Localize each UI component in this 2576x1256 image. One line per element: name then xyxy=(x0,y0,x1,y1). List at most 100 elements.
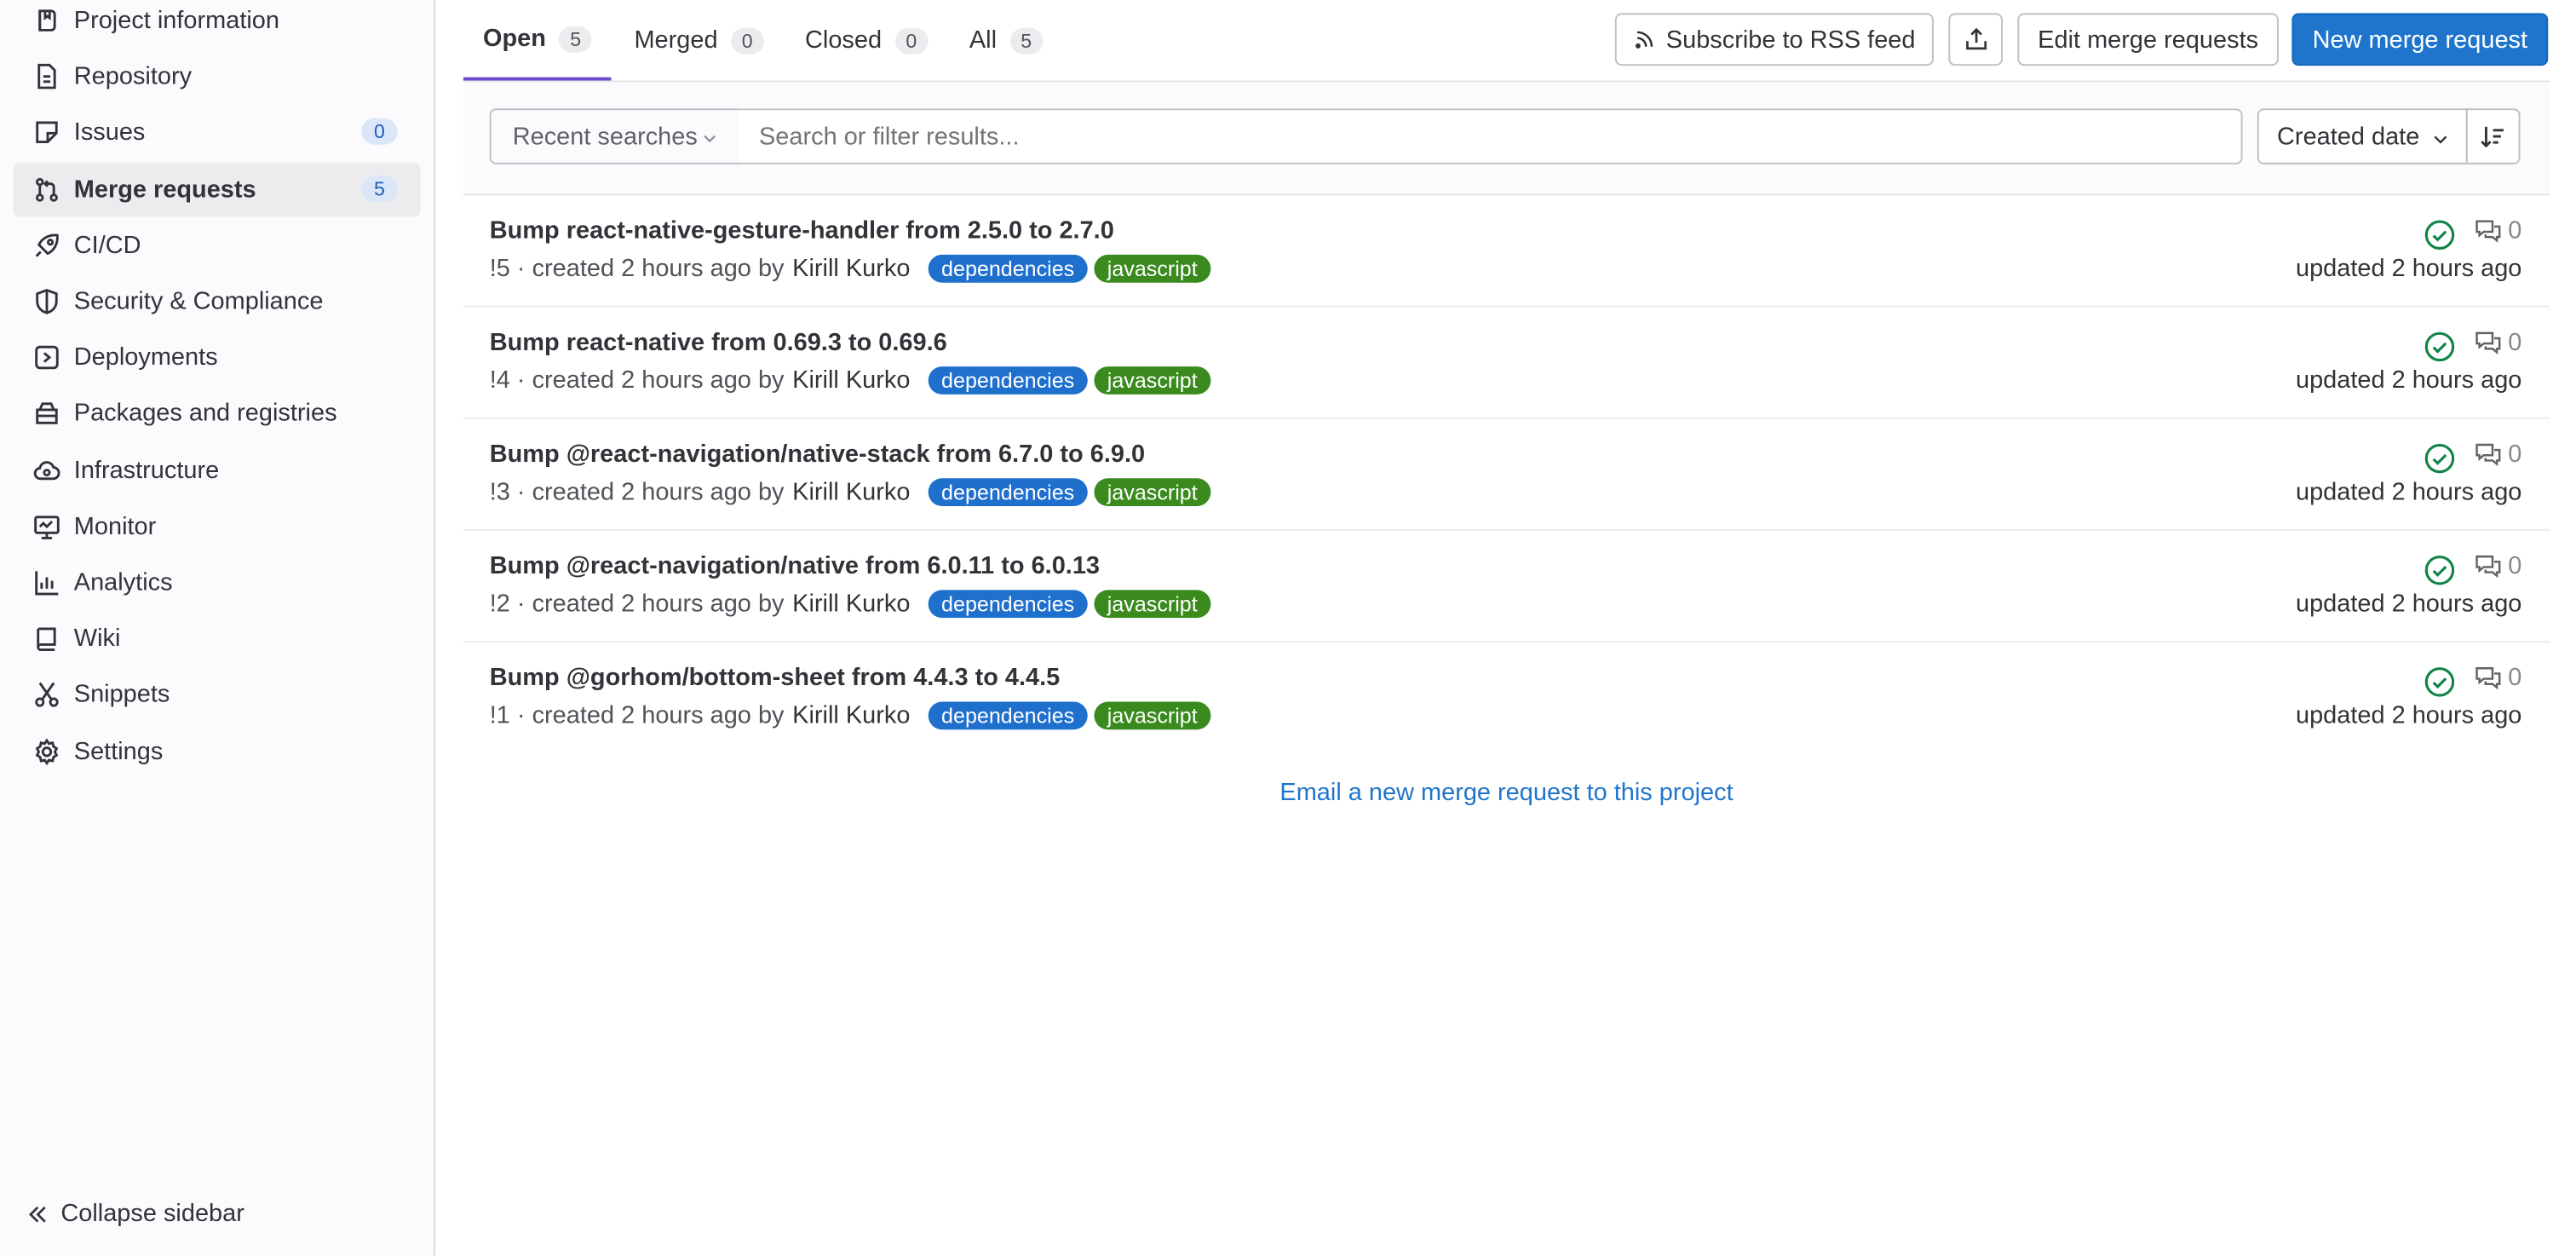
label-dependencies[interactable]: dependencies xyxy=(928,590,1088,619)
subscribe-rss-button[interactable]: Subscribe to RSS feed xyxy=(1614,13,1934,66)
sidebar-item-label: CI/CD xyxy=(73,231,141,260)
sidebar-item-ci-cd[interactable]: CI/CD xyxy=(13,219,420,274)
sidebar-item-repository[interactable]: Repository xyxy=(13,49,420,104)
merge-request-ref: !1 xyxy=(489,701,510,730)
comments-count[interactable]: 0 xyxy=(2474,441,2521,469)
merge-request-title-link[interactable]: Bump @gorhom/bottom-sheet from 4.4.3 to … xyxy=(490,664,1061,692)
merge-request-item: Bump react-native from 0.69.3 to 0.69.6 … xyxy=(463,308,2550,419)
label-dependencies[interactable]: dependencies xyxy=(928,478,1088,507)
label-dependencies[interactable]: dependencies xyxy=(928,254,1088,283)
issues-count-badge: 0 xyxy=(361,118,398,145)
sidebar-item-label: Analytics xyxy=(73,568,173,597)
chevron-down-icon xyxy=(704,135,716,143)
updated-time: updated 2 hours ago xyxy=(2295,590,2522,619)
sidebar-item-analytics[interactable]: Analytics xyxy=(13,556,420,610)
tab-open[interactable]: Open 5 xyxy=(463,0,612,81)
author-link[interactable]: Kirill Kurko xyxy=(792,366,910,395)
author-link[interactable]: Kirill Kurko xyxy=(792,702,910,730)
tab-closed[interactable]: Closed 0 xyxy=(805,0,929,81)
comments-count-value: 0 xyxy=(2508,328,2522,357)
comments-count[interactable]: 0 xyxy=(2474,328,2522,357)
label-javascript[interactable]: javascript xyxy=(1094,701,1211,730)
merge-request-status: 0 updated 2 hours ago xyxy=(2194,441,2521,520)
comments-count[interactable]: 0 xyxy=(2474,664,2521,692)
merge-request-status: 0 updated 2 hours ago xyxy=(2194,552,2522,631)
new-merge-request-button[interactable]: New merge request xyxy=(2291,13,2549,66)
collapse-sidebar-label: Collapse sidebar xyxy=(60,1199,244,1228)
merge-request-created: · created 2 hours ago by xyxy=(516,478,785,507)
comments-icon xyxy=(2475,555,2500,579)
deployments-icon xyxy=(33,343,61,372)
email-new-merge-request-link[interactable]: Email a new merge request to this projec… xyxy=(463,779,2550,807)
comments-count[interactable]: 0 xyxy=(2474,217,2521,245)
tab-label: Merged xyxy=(634,26,718,55)
merge-request-ref: !3 xyxy=(489,478,510,507)
updated-time: updated 2 hours ago xyxy=(2295,254,2522,283)
label-javascript[interactable]: javascript xyxy=(1094,590,1211,619)
sidebar-item-label: Snippets xyxy=(73,680,170,709)
sidebar-item-deployments[interactable]: Deployments xyxy=(13,331,420,385)
monitor-icon xyxy=(33,513,61,541)
tab-count-badge: 0 xyxy=(894,26,929,54)
tab-all[interactable]: All 5 xyxy=(969,0,1044,81)
issues-icon xyxy=(33,118,61,147)
sidebar-item-snippets[interactable]: Snippets xyxy=(13,667,420,722)
tab-label: Closed xyxy=(805,26,883,55)
sidebar-item-monitor[interactable]: Monitor xyxy=(13,499,420,554)
merge-request-title-link[interactable]: Bump react-native-gesture-handler from 2… xyxy=(490,217,1114,245)
sidebar-item-label: Issues xyxy=(73,118,146,147)
sidebar-item-merge-requests[interactable]: Merge requests 5 xyxy=(13,162,421,217)
label-dependencies[interactable]: dependencies xyxy=(928,701,1088,730)
merge-request-ref: !5 xyxy=(489,254,510,283)
pipeline-passed-icon[interactable] xyxy=(2424,442,2457,475)
sidebar-item-settings[interactable]: Settings xyxy=(13,725,420,780)
tab-count-badge: 5 xyxy=(1009,26,1044,54)
pipeline-passed-icon[interactable] xyxy=(2424,665,2457,699)
tab-merged[interactable]: Merged 0 xyxy=(634,0,764,81)
sidebar-item-security-compliance[interactable]: Security & Compliance xyxy=(13,274,420,329)
merge-request-title-link[interactable]: Bump @react-navigation/native-stack from… xyxy=(490,441,1145,469)
search-input[interactable] xyxy=(737,108,2243,164)
pipeline-passed-icon[interactable] xyxy=(2424,219,2457,252)
comments-count[interactable]: 0 xyxy=(2474,552,2522,580)
sidebar-item-project-information[interactable]: Project information xyxy=(13,0,420,48)
author-link[interactable]: Kirill Kurko xyxy=(792,590,910,618)
sidebar-item-infrastructure[interactable]: Infrastructure xyxy=(13,444,420,498)
merge-request-meta: !4 · created 2 hours ago by Kirill Kurko… xyxy=(490,366,1211,395)
label-javascript[interactable]: javascript xyxy=(1094,478,1211,507)
sidebar-item-wiki[interactable]: Wiki xyxy=(13,611,420,665)
label-javascript[interactable]: javascript xyxy=(1094,254,1211,283)
rss-icon xyxy=(1636,31,1653,49)
comments-icon xyxy=(2475,331,2500,354)
merge-request-meta: !2 · created 2 hours ago by Kirill Kurko… xyxy=(490,590,1211,619)
sidebar-item-issues[interactable]: Issues 0 xyxy=(13,105,420,159)
export-icon xyxy=(1965,27,1987,50)
merge-request-status: 0 updated 2 hours ago xyxy=(2194,664,2521,743)
sidebar-item-label: Wiki xyxy=(73,624,121,653)
label-dependencies[interactable]: dependencies xyxy=(928,366,1088,395)
sort-direction-button[interactable] xyxy=(2465,108,2521,164)
comments-count-value: 0 xyxy=(2508,552,2522,580)
filter-bar: Recent searches Created date xyxy=(463,82,2550,196)
merge-request-title-link[interactable]: Bump react-native from 0.69.3 to 0.69.6 xyxy=(490,329,947,357)
sidebar-item-packages-registries[interactable]: Packages and registries xyxy=(13,386,420,441)
chevron-down-icon xyxy=(2434,135,2447,144)
sort-label: Created date xyxy=(2277,122,2420,151)
author-link[interactable]: Kirill Kurko xyxy=(792,255,910,283)
pipeline-passed-icon[interactable] xyxy=(2424,554,2457,587)
pipeline-passed-icon[interactable] xyxy=(2424,331,2457,364)
sidebar: Project information Repository Issues 0 … xyxy=(0,0,436,1256)
sort-dropdown[interactable]: Created date xyxy=(2257,108,2468,164)
author-link[interactable]: Kirill Kurko xyxy=(792,478,910,506)
merge-request-title-link[interactable]: Bump @react-navigation/native from 6.0.1… xyxy=(490,552,1100,580)
comments-icon xyxy=(2475,443,2500,467)
collapse-sidebar-button[interactable]: Collapse sidebar xyxy=(26,1200,244,1228)
recent-searches-dropdown[interactable]: Recent searches xyxy=(489,108,739,164)
sidebar-item-label: Packages and registries xyxy=(73,399,337,428)
merge-request-status: 0 updated 2 hours ago xyxy=(2194,217,2522,297)
edit-merge-requests-button[interactable]: Edit merge requests xyxy=(2017,13,2279,66)
export-button[interactable] xyxy=(1948,13,2003,66)
label-javascript[interactable]: javascript xyxy=(1094,366,1211,395)
sidebar-item-label: Repository xyxy=(73,62,193,91)
merge-request-created: · created 2 hours ago by xyxy=(516,254,785,283)
